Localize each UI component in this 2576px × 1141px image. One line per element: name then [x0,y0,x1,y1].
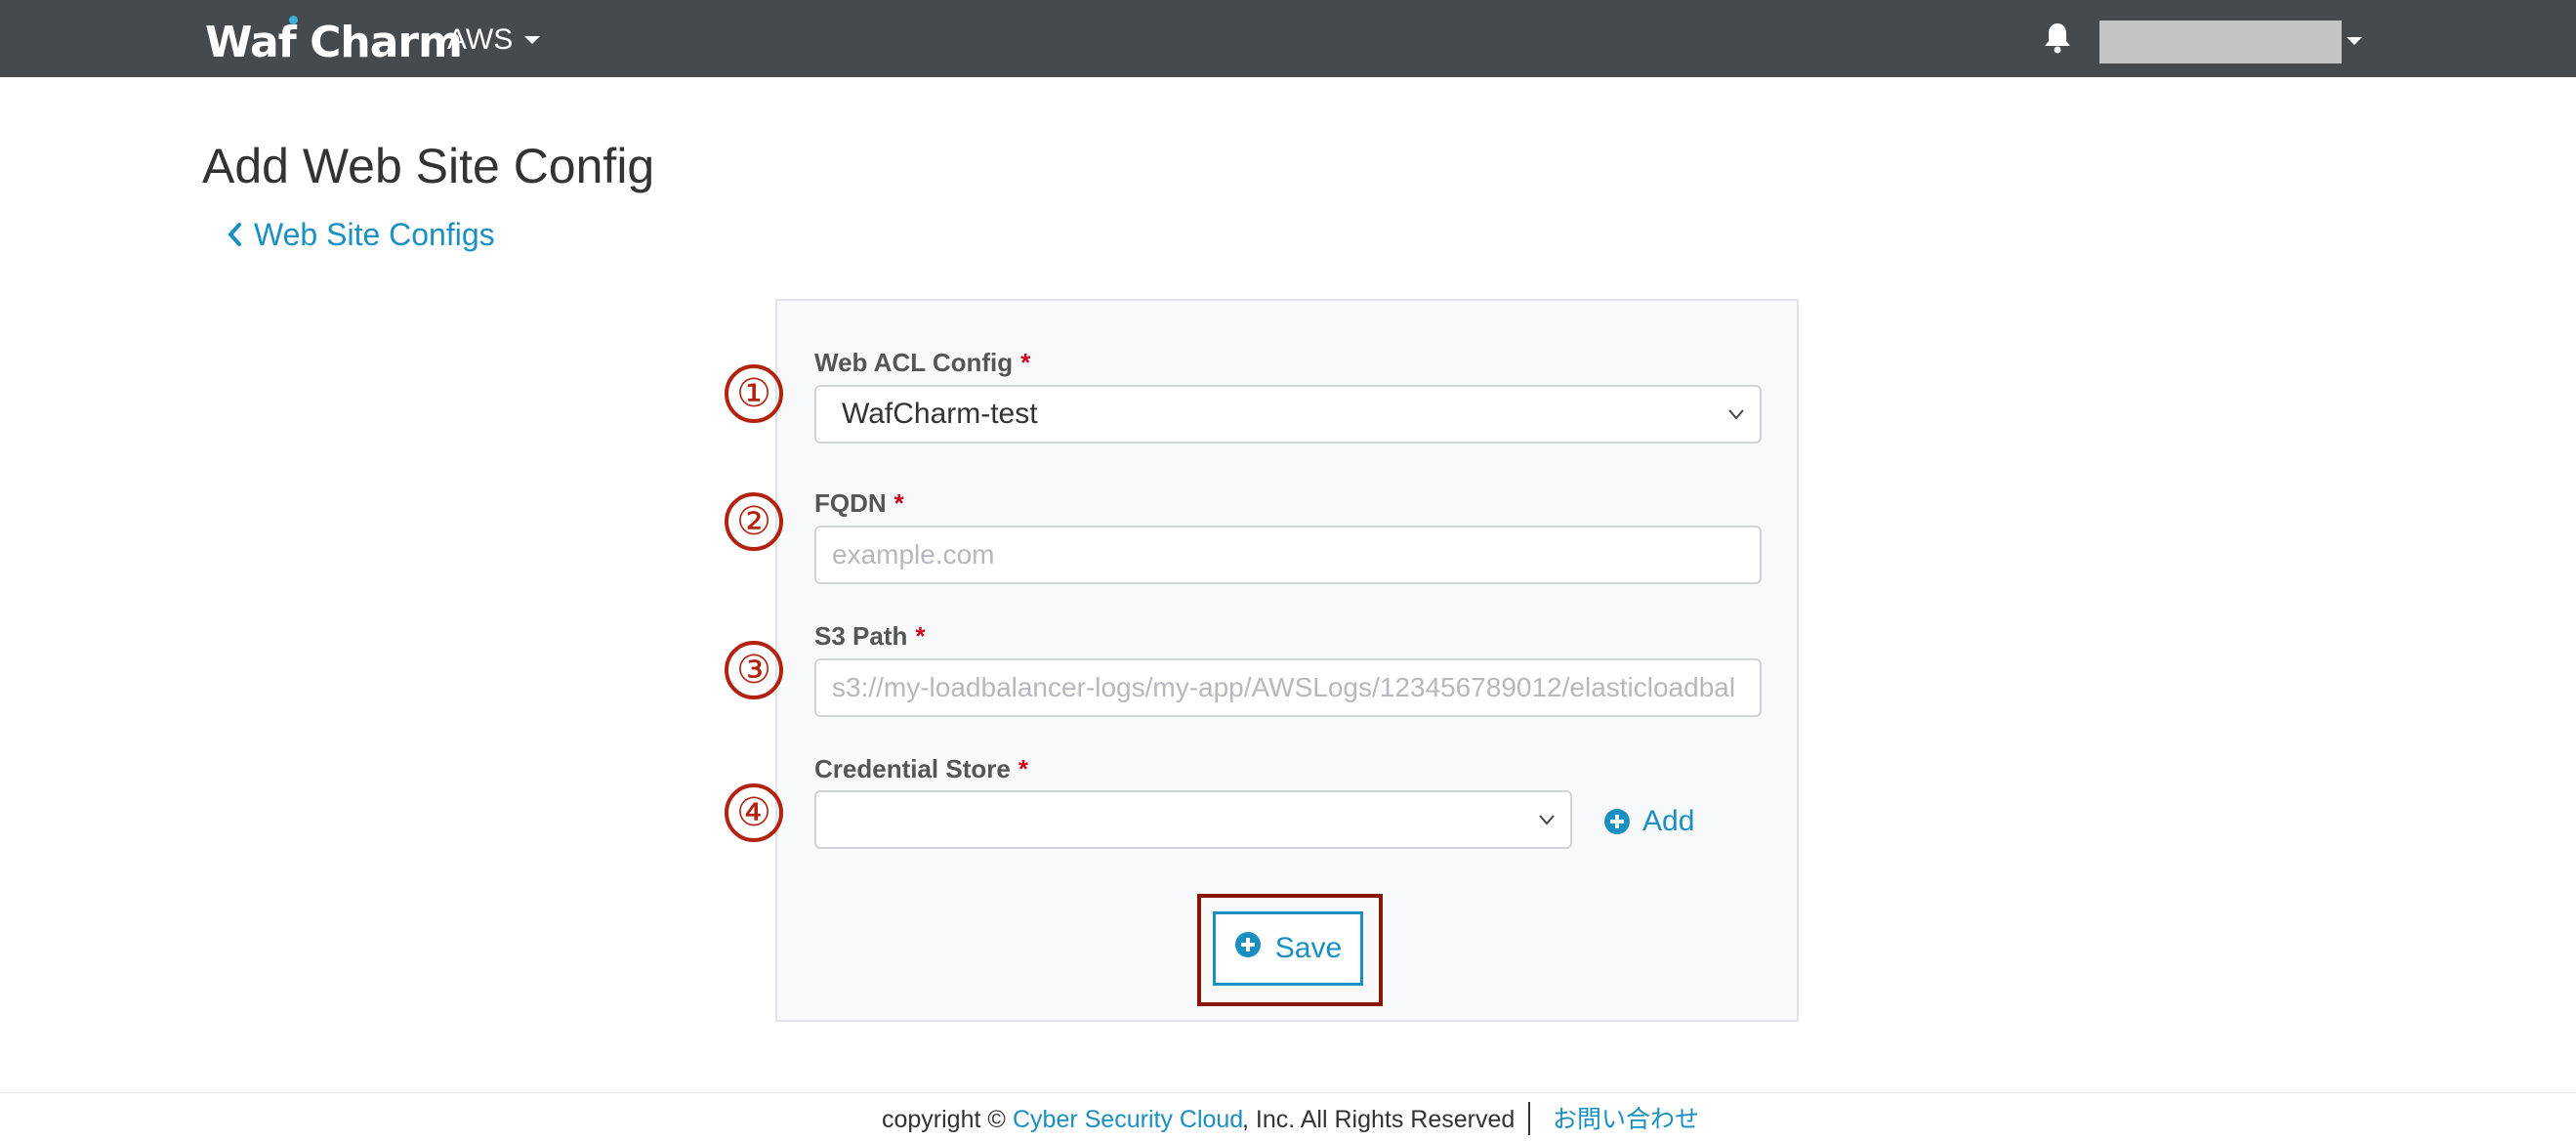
plus-circle-icon [1234,932,1261,957]
bell-icon[interactable] [2043,21,2072,55]
fqdn-input[interactable] [814,526,1762,584]
contact-link[interactable]: お問い合わせ [1553,1106,1699,1133]
page-title: Add Web Site Config [202,139,655,193]
wafcharm-logo[interactable]: Waf Charm [205,14,463,72]
required-mark: * [1020,348,1031,377]
save-button[interactable]: Save [1213,911,1363,986]
fqdn-label: FQDN * [814,486,904,521]
caret-down-icon [524,36,541,44]
platform-dropdown[interactable]: AWS [447,18,541,63]
footer-separator [1528,1102,1530,1135]
credential-store-label-text: Credential Store [814,754,1011,783]
copyright-prefix: copyright © [882,1106,1006,1133]
step-number-2: ② [725,492,783,551]
back-to-web-site-configs-link[interactable]: Web Site Configs [227,213,495,256]
platform-label: AWS [447,23,514,56]
logo-dot-icon [289,16,298,24]
logo-text: Waf Charm [205,18,463,67]
credential-store-select[interactable] [814,790,1572,849]
company-link[interactable]: Cyber Security Cloud [1013,1106,1243,1133]
step-number-4: ④ [725,783,783,842]
required-mark: * [893,488,904,518]
web-acl-config-label: Web ACL Config * [814,345,1030,380]
chevron-left-icon [229,223,241,246]
save-label: Save [1274,932,1343,964]
fqdn-label-text: FQDN [814,488,887,518]
top-navbar: Waf Charm AWS [0,0,2576,77]
credential-store-label: Credential Store * [814,751,1028,786]
copyright-suffix: , Inc. All Rights Reserved [1242,1106,1516,1133]
web-acl-config-select[interactable]: WafCharm-test [814,385,1762,444]
required-mark: * [1018,754,1028,783]
footer-divider [0,1092,2576,1093]
chevron-down-icon [1728,409,1744,420]
plus-circle-icon [1604,809,1630,834]
step-number-1: ① [725,364,783,423]
add-label: Add [1642,805,1695,837]
required-mark: * [915,621,926,651]
s3-path-input[interactable] [814,658,1762,717]
back-link-label: Web Site Configs [254,217,495,252]
footer: copyright © Cyber Security Cloud , Inc. … [0,1102,2576,1137]
chevron-down-icon [1539,815,1555,825]
s3-path-label-text: S3 Path [814,621,908,651]
step-number-3: ③ [725,641,783,699]
s3-path-label: S3 Path * [814,618,926,654]
web-acl-config-label-text: Web ACL Config [814,348,1014,377]
add-credential-store-link[interactable]: Add [1603,802,1694,841]
web-acl-config-value: WafCharm-test [842,398,1038,430]
user-account-menu[interactable] [2099,21,2342,63]
user-menu-caret-icon[interactable] [2347,37,2362,45]
